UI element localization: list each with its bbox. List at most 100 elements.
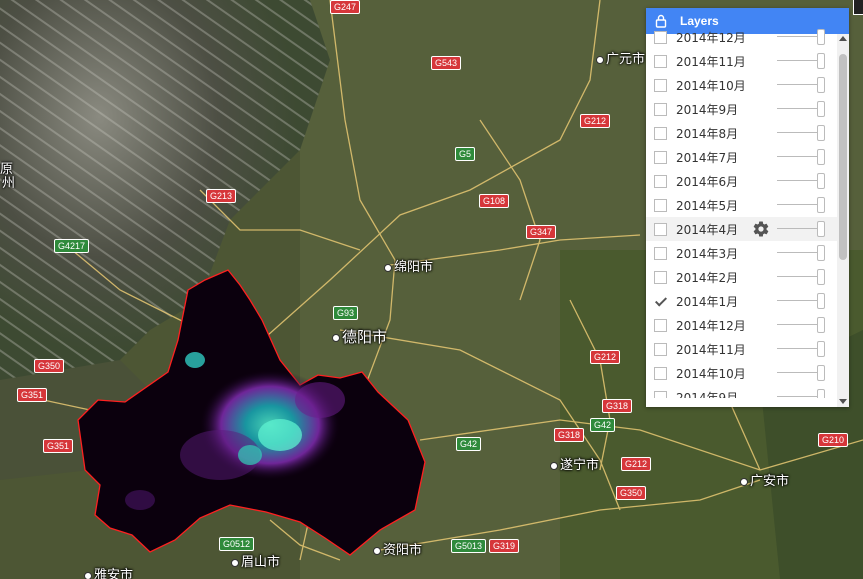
road-shield: G350 [34,359,65,373]
layer-row[interactable]: 2014年11月 [646,49,837,73]
layer-visibility-checkbox[interactable] [654,294,667,308]
city-dot-icon [384,263,392,272]
scroll-down-arrow-icon[interactable] [839,399,847,404]
layer-opacity-slider-thumb[interactable] [817,149,825,165]
road-shield: G4217 [54,239,90,253]
road-shield: G212 [590,350,621,364]
layer-opacity-slider-thumb[interactable] [817,341,825,357]
layer-opacity-slider-thumb[interactable] [817,221,825,237]
layer-opacity-slider-thumb[interactable] [817,245,825,261]
layer-row[interactable]: 2014年1月 [646,289,837,313]
road-shield: G350 [616,486,647,500]
layer-row[interactable]: 2014年10月 [646,361,837,385]
road-shield: G319 [489,539,520,553]
layer-visibility-checkbox[interactable] [654,102,667,116]
road-shield: G347 [526,225,557,239]
gear-icon[interactable] [752,220,770,238]
layer-visibility-checkbox[interactable] [654,126,667,140]
layer-label: 2014年1月 [676,294,739,309]
layer-row[interactable]: 2014年12月 [646,25,837,49]
layer-row[interactable]: 2014年2月 [646,265,837,289]
layer-opacity-slider-thumb[interactable] [817,77,825,93]
road-shield: G212 [580,114,611,128]
road-shield: G543 [431,56,462,70]
city-label-guangan: 广安市 [740,470,789,489]
city-name: 绵阳市 [394,260,434,275]
road-shield: G108 [479,194,510,208]
city-name: 广元市 [606,52,646,67]
layer-row[interactable]: 2014年4月 [646,217,837,241]
city-dot-icon [231,558,239,567]
city-dot-icon [740,477,748,486]
layer-opacity-slider-thumb[interactable] [817,269,825,285]
city-name: 眉山市 [241,555,281,570]
road-shield: G318 [602,399,633,413]
city-label-suining: 遂宁市 [550,454,599,473]
city-label-meishan: 眉山市 [231,551,280,570]
road-shield: G0512 [219,537,255,551]
layer-visibility-checkbox[interactable] [654,174,667,188]
layer-opacity-slider-thumb[interactable] [817,317,825,333]
layer-label: 2014年12月 [676,318,746,333]
layer-list: 2014年12月 2014年11月 2014年10月 2014年9月 2014年8月 20… [646,25,837,398]
city-name: 广安市 [750,474,790,489]
layer-row[interactable]: 2014年8月 [646,121,837,145]
layer-row[interactable]: 2014年12月 [646,313,837,337]
layer-label: 2014年10月 [676,366,746,381]
layer-visibility-checkbox[interactable] [654,222,667,236]
layer-label: 2014年8月 [676,126,739,141]
city-dot-icon [84,571,92,579]
layer-visibility-checkbox[interactable] [654,78,667,92]
layer-row[interactable]: 2014年6月 [646,169,837,193]
city-name: 资阳市 [383,543,423,558]
layer-opacity-slider-thumb[interactable] [817,365,825,381]
layer-visibility-checkbox[interactable] [654,30,667,44]
layer-label: 2014年12月 [676,30,746,45]
city-label-guangyuan: 广元市 [596,48,645,67]
layer-opacity-slider-thumb[interactable] [817,29,825,45]
layer-label: 2014年9月 [676,390,739,399]
layer-label: 2014年4月 [676,222,739,237]
city-dot-icon [596,55,604,64]
scrollbar-thumb[interactable] [839,54,847,260]
layer-visibility-checkbox[interactable] [654,342,667,356]
layer-label: 2014年10月 [676,78,746,93]
city-name: 雅安市 [94,568,134,579]
layer-opacity-slider-thumb[interactable] [817,125,825,141]
layer-opacity-slider-thumb[interactable] [817,293,825,309]
layer-label: 2014年7月 [676,150,739,165]
city-label-deyang: 德阳市 [332,326,387,347]
layer-visibility-checkbox[interactable] [654,390,667,398]
layer-row[interactable]: 2014年11月 [646,337,837,361]
map-control-button[interactable] [853,0,863,15]
layer-list-scrollbar[interactable] [837,34,849,407]
city-name: 遂宁市 [560,458,600,473]
road-shield: G42 [456,437,482,451]
road-shield: G212 [621,457,652,471]
layer-opacity-slider-thumb[interactable] [817,53,825,69]
layer-visibility-checkbox[interactable] [654,366,667,380]
road-shield: G42 [590,418,616,432]
city-dot-icon [332,333,340,342]
layer-opacity-slider-thumb[interactable] [817,389,825,398]
layer-opacity-slider-thumb[interactable] [817,101,825,117]
layer-visibility-checkbox[interactable] [654,318,667,332]
layer-visibility-checkbox[interactable] [654,246,667,260]
layer-row[interactable]: 2014年3月 [646,241,837,265]
layer-visibility-checkbox[interactable] [654,198,667,212]
layer-opacity-slider-thumb[interactable] [817,197,825,213]
layer-visibility-checkbox[interactable] [654,270,667,284]
layer-opacity-slider-thumb[interactable] [817,173,825,189]
layer-row[interactable]: 2014年9月 [646,385,837,398]
scroll-up-arrow-icon[interactable] [839,36,847,41]
layer-row[interactable]: 2014年9月 [646,97,837,121]
layer-visibility-checkbox[interactable] [654,150,667,164]
layer-label: 2014年3月 [676,246,739,261]
layer-visibility-checkbox[interactable] [654,54,667,68]
layer-row[interactable]: 2014年10月 [646,73,837,97]
partial-label: 州 [2,176,16,191]
road-shield: G5013 [451,539,487,553]
layer-row[interactable]: 2014年5月 [646,193,837,217]
road-shield: G351 [17,388,48,402]
layer-row[interactable]: 2014年7月 [646,145,837,169]
